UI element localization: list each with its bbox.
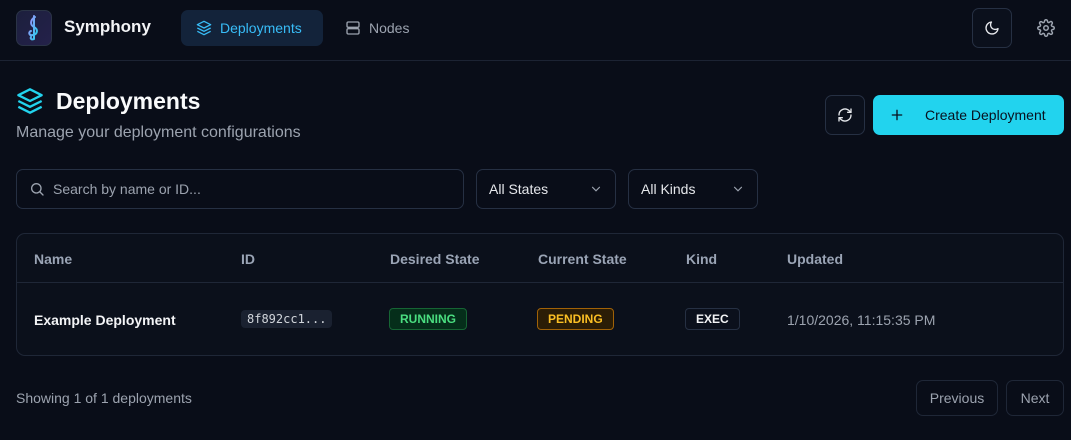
server-icon — [346, 21, 360, 35]
top-nav-bar: Symphony Deployments Nodes — [0, 0, 1071, 61]
plus-icon — [891, 109, 903, 121]
kind-badge: EXEC — [685, 308, 740, 330]
layers-icon — [17, 88, 43, 114]
column-header-desired-state[interactable]: Desired State — [390, 251, 479, 267]
updated-timestamp: 1/10/2026, 11:15:35 PM — [787, 312, 936, 328]
table-header: Name ID Desired State Current State Kind… — [17, 234, 1063, 283]
music-clef-icon — [28, 15, 38, 41]
search-input[interactable] — [53, 181, 453, 197]
refresh-icon — [838, 108, 852, 122]
kind-filter-select[interactable]: All Kinds — [628, 169, 758, 209]
theme-toggle-button[interactable] — [972, 8, 1012, 48]
nav-tab-nodes[interactable]: Nodes — [330, 10, 424, 46]
app-logo[interactable] — [16, 10, 52, 46]
desired-state-badge: RUNNING — [389, 308, 467, 330]
column-header-id[interactable]: ID — [241, 251, 255, 267]
search-icon — [31, 183, 44, 196]
app-name: Symphony — [64, 17, 151, 36]
nav-tab-label: Deployments — [220, 20, 302, 36]
nav-tab-label: Nodes — [369, 20, 410, 36]
gear-icon — [1037, 19, 1055, 37]
current-state-badge: PENDING — [537, 308, 614, 330]
deployment-id: 8f892cc1... — [241, 310, 333, 328]
column-header-updated[interactable]: Updated — [787, 251, 843, 267]
pagination-summary: Showing 1 of 1 deployments — [16, 390, 192, 406]
chevron-down-icon — [591, 186, 601, 192]
create-deployment-button[interactable]: Create Deployment — [873, 95, 1064, 135]
state-filter-value: All States — [489, 181, 549, 197]
create-deployment-label: Create Deployment — [925, 107, 1046, 123]
deployments-table: Name ID Desired State Current State Kind… — [16, 233, 1064, 356]
search-box — [16, 169, 464, 209]
layers-icon — [196, 20, 212, 36]
settings-button[interactable] — [1030, 12, 1062, 44]
column-header-kind[interactable]: Kind — [686, 251, 717, 267]
refresh-button[interactable] — [825, 95, 865, 135]
kind-filter-value: All Kinds — [641, 181, 696, 197]
chevron-down-icon — [733, 186, 743, 192]
next-page-button[interactable]: Next — [1006, 380, 1064, 416]
moon-icon — [985, 21, 999, 35]
page-subtitle: Manage your deployment configurations — [16, 124, 301, 141]
column-header-current-state[interactable]: Current State — [538, 251, 627, 267]
nav-tab-deployments[interactable]: Deployments — [181, 10, 323, 46]
previous-page-button[interactable]: Previous — [916, 380, 998, 416]
page-title: Deployments — [56, 88, 201, 114]
column-header-name[interactable]: Name — [34, 251, 72, 267]
deployment-name[interactable]: Example Deployment — [34, 312, 176, 328]
state-filter-select[interactable]: All States — [476, 169, 616, 209]
